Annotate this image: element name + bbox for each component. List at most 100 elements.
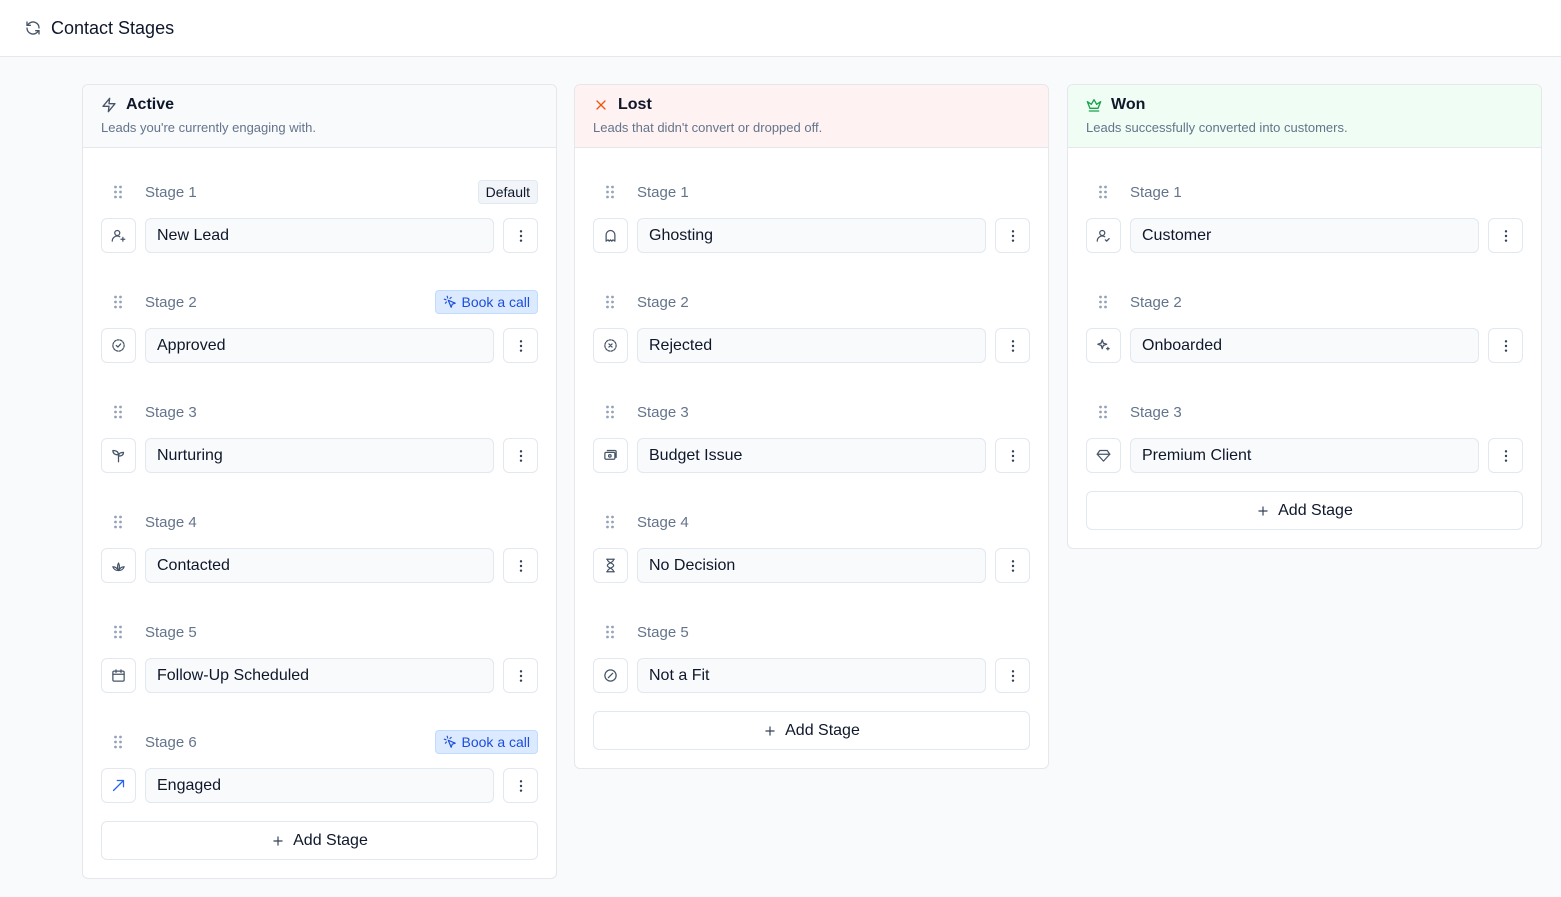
more-vertical-icon	[513, 228, 529, 244]
column-title: Won	[1111, 96, 1146, 113]
column-description: Leads that didn't convert or dropped off…	[593, 120, 823, 135]
stage-menu-button[interactable]	[995, 218, 1030, 253]
stage-label: Stage 1	[1130, 183, 1182, 201]
more-vertical-icon	[1498, 338, 1514, 354]
stage-menu-button[interactable]	[1488, 218, 1523, 253]
stage-icon-picker[interactable]	[1086, 218, 1121, 253]
stage-name-input[interactable]: Approved	[145, 328, 494, 363]
column-lost: Lost Leads that didn't convert or dropped…	[574, 84, 1049, 769]
stage-name-input[interactable]: Premium Client	[1130, 438, 1479, 473]
stage-menu-button[interactable]	[1488, 438, 1523, 473]
stage-name-input[interactable]: No Decision	[637, 548, 986, 583]
sparkles-icon	[1096, 338, 1111, 353]
refresh-icon[interactable]	[25, 20, 41, 36]
ghost-icon	[603, 228, 618, 243]
drag-handle-icon[interactable]	[1098, 185, 1108, 199]
stage-input-row: No Decision	[593, 548, 1030, 583]
ban-icon	[603, 668, 618, 683]
stage-label: Stage 3	[145, 403, 197, 421]
stage-icon-picker[interactable]	[101, 658, 136, 693]
column-body: Stage 1 Customer Stage 2 Onboarded Stage 3 Pr…	[1068, 148, 1541, 548]
stage-item: Stage 4 Contacted	[101, 478, 538, 588]
stage-icon-picker[interactable]	[1086, 328, 1121, 363]
stage-menu-button[interactable]	[503, 548, 538, 583]
drag-handle-icon[interactable]	[113, 515, 123, 529]
drag-handle-icon[interactable]	[113, 625, 123, 639]
badge-check-icon	[111, 338, 126, 353]
add-stage-button[interactable]: Add Stage	[593, 711, 1030, 750]
stage-icon-picker[interactable]	[593, 658, 628, 693]
stage-menu-button[interactable]	[995, 328, 1030, 363]
stage-item: Stage 3 Budget Issue	[593, 368, 1030, 478]
book-a-call-badge[interactable]: Book a call	[434, 290, 538, 314]
stage-name-input[interactable]: Engaged	[145, 768, 494, 803]
stage-icon-picker[interactable]	[101, 218, 136, 253]
user-plus-icon	[111, 228, 126, 243]
stage-menu-button[interactable]	[1488, 328, 1523, 363]
drag-handle-icon[interactable]	[605, 295, 615, 309]
book-a-call-badge[interactable]: Book a call	[434, 730, 538, 754]
stage-icon-picker[interactable]	[101, 328, 136, 363]
top-bar: Contact Stages	[0, 0, 1561, 57]
stage-menu-button[interactable]	[503, 768, 538, 803]
column-header: Active Leads you're currently engaging wi…	[83, 85, 556, 148]
add-stage-button[interactable]: Add Stage	[101, 821, 538, 860]
stage-name-input[interactable]: Budget Issue	[637, 438, 986, 473]
stage-icon-picker[interactable]	[101, 768, 136, 803]
stage-menu-button[interactable]	[503, 438, 538, 473]
stage-item: Stage 3 Premium Client	[1086, 368, 1523, 478]
stage-input-row: Not a Fit	[593, 658, 1030, 693]
drag-handle-icon[interactable]	[605, 625, 615, 639]
stage-label: Stage 1	[145, 183, 197, 201]
drag-handle-icon[interactable]	[113, 405, 123, 419]
add-stage-button[interactable]: Add Stage	[1086, 491, 1523, 530]
stage-name-input[interactable]: Rejected	[637, 328, 986, 363]
stage-input-row: Rejected	[593, 328, 1030, 363]
drag-handle-icon[interactable]	[1098, 405, 1108, 419]
stage-label-row: Stage 6 Book a call	[101, 730, 538, 754]
stage-label-row: Stage 4	[593, 510, 1030, 534]
drag-handle-icon[interactable]	[113, 185, 123, 199]
stage-label-row: Stage 1 Default	[101, 180, 538, 204]
stage-icon-picker[interactable]	[101, 438, 136, 473]
drag-handle-icon[interactable]	[1098, 295, 1108, 309]
page-title: Contact Stages	[51, 17, 175, 38]
stage-icon-picker[interactable]	[1086, 438, 1121, 473]
drag-handle-icon[interactable]	[605, 515, 615, 529]
stage-label: Stage 1	[637, 183, 689, 201]
stage-menu-button[interactable]	[503, 218, 538, 253]
more-vertical-icon	[1005, 228, 1021, 244]
stage-icon-picker[interactable]	[593, 438, 628, 473]
stage-name-input[interactable]: New Lead	[145, 218, 494, 253]
drag-handle-icon[interactable]	[605, 185, 615, 199]
stage-menu-button[interactable]	[995, 548, 1030, 583]
stage-label-row: Stage 2	[1086, 290, 1523, 314]
stage-icon-picker[interactable]	[101, 548, 136, 583]
stage-name-input[interactable]: Customer	[1130, 218, 1479, 253]
stage-name-input[interactable]: Ghosting	[637, 218, 986, 253]
stage-menu-button[interactable]	[995, 438, 1030, 473]
stage-menu-button[interactable]	[503, 328, 538, 363]
stage-name-input[interactable]: Not a Fit	[637, 658, 986, 693]
stage-item: Stage 1 Default New Lead	[101, 148, 538, 258]
badge-label: Book a call	[461, 734, 530, 750]
stage-menu-button[interactable]	[995, 658, 1030, 693]
more-vertical-icon	[1005, 558, 1021, 574]
banknote-icon	[603, 448, 618, 463]
drag-handle-icon[interactable]	[605, 405, 615, 419]
drag-handle-icon[interactable]	[113, 735, 123, 749]
stage-item: Stage 4 No Decision	[593, 478, 1030, 588]
stage-icon-picker[interactable]	[593, 328, 628, 363]
lotus-icon	[111, 558, 126, 573]
stage-name-input[interactable]: Nurturing	[145, 438, 494, 473]
stage-icon-picker[interactable]	[593, 548, 628, 583]
stage-icon-picker[interactable]	[593, 218, 628, 253]
more-vertical-icon	[513, 778, 529, 794]
more-vertical-icon	[513, 668, 529, 684]
stage-menu-button[interactable]	[503, 658, 538, 693]
stage-name-input[interactable]: Contacted	[145, 548, 494, 583]
drag-handle-icon[interactable]	[113, 295, 123, 309]
stage-name-input[interactable]: Follow-Up Scheduled	[145, 658, 494, 693]
stage-name-input[interactable]: Onboarded	[1130, 328, 1479, 363]
more-vertical-icon	[513, 338, 529, 354]
